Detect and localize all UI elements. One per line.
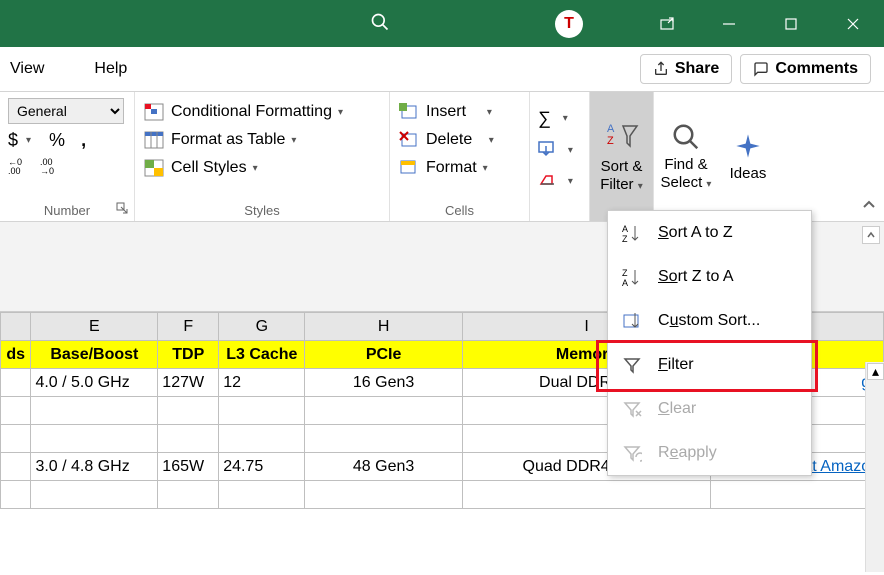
svg-text:→0: →0 xyxy=(40,166,54,175)
sort-za-icon: ZA xyxy=(622,267,642,287)
scroll-up-icon[interactable]: ▴ xyxy=(867,363,884,380)
currency-icon[interactable]: $ xyxy=(8,130,18,151)
delete-button[interactable]: Delete ▾ xyxy=(398,130,521,150)
format-icon xyxy=(398,158,420,178)
svg-text:A: A xyxy=(622,224,628,234)
cell-styles-icon xyxy=(143,158,165,178)
number-launcher-icon[interactable] xyxy=(116,201,128,217)
reapply-filter-item: Reapply xyxy=(608,431,811,475)
format-as-table-button[interactable]: Format as Table▾ xyxy=(143,130,381,150)
conditional-formatting-icon xyxy=(143,102,165,122)
find-select-button[interactable]: Find &Select ▾ xyxy=(654,92,718,221)
menu-bar: View Help Share Comments xyxy=(0,47,884,92)
title-bar: T xyxy=(0,0,884,47)
clear-filter-icon xyxy=(622,399,642,419)
insert-icon xyxy=(398,102,420,122)
styles-group-label: Styles xyxy=(135,203,389,218)
editing-icons-group: ∑ ▾ ▾ ▾ xyxy=(530,92,590,221)
svg-text:.00: .00 xyxy=(8,166,21,175)
svg-text:Z: Z xyxy=(607,135,614,147)
number-group-label: Number xyxy=(0,203,134,218)
conditional-formatting-button[interactable]: Conditional Formatting▾ xyxy=(143,102,381,122)
vertical-scrollbar[interactable]: ▴ xyxy=(865,362,884,572)
ideas-button[interactable]: Ideas xyxy=(718,92,778,221)
reapply-icon xyxy=(622,443,642,463)
close-button[interactable] xyxy=(822,0,884,47)
col-head-f[interactable]: F xyxy=(158,313,219,341)
delete-icon xyxy=(398,130,420,150)
user-avatar[interactable]: T xyxy=(555,10,583,38)
svg-text:A: A xyxy=(607,123,615,135)
number-group: General $▾ % , ←0.00 .00→0 Number xyxy=(0,92,135,221)
ideas-icon xyxy=(734,131,762,161)
autosum-icon[interactable]: ∑ xyxy=(538,108,551,129)
table-row[interactable] xyxy=(1,481,884,509)
menu-help[interactable]: Help xyxy=(94,60,127,78)
cell-styles-button[interactable]: Cell Styles▾ xyxy=(143,158,381,178)
decrease-decimal-icon[interactable]: .00→0 xyxy=(40,155,66,178)
clear-icon[interactable] xyxy=(538,172,556,191)
sort-filter-icon: A Z xyxy=(605,120,639,154)
col-head-h[interactable]: H xyxy=(305,313,462,341)
col-head-g[interactable]: G xyxy=(219,313,305,341)
percent-icon[interactable]: % xyxy=(49,130,65,151)
share-label: Share xyxy=(675,60,719,78)
sort-a-to-z-item[interactable]: AZ Sort A to Z xyxy=(608,211,811,255)
cells-group: Insert ▾ Delete ▾ Format▾ Cells xyxy=(390,92,530,221)
number-format-select[interactable]: General xyxy=(8,98,124,124)
ribbon-display-options[interactable] xyxy=(636,0,698,47)
format-as-table-icon xyxy=(143,130,165,150)
menu-view[interactable]: View xyxy=(10,60,44,78)
increase-decimal-icon[interactable]: ←0.00 xyxy=(8,155,34,178)
comments-label: Comments xyxy=(775,60,858,78)
filter-icon xyxy=(622,355,642,375)
comments-button[interactable]: Comments xyxy=(740,54,871,84)
sort-filter-dropdown: AZ Sort A to Z ZA Sort Z to A CCuustom S… xyxy=(607,210,812,476)
comma-icon[interactable]: , xyxy=(81,130,86,151)
maximize-button[interactable] xyxy=(760,0,822,47)
svg-text:Z: Z xyxy=(622,234,628,243)
sort-filter-button[interactable]: A Z Sort &Filter ▾ xyxy=(590,92,654,221)
svg-text:A: A xyxy=(622,278,628,287)
custom-sort-item[interactable]: CCuustom Sort... xyxy=(608,299,811,343)
find-icon xyxy=(671,122,701,152)
sort-az-icon: AZ xyxy=(622,223,642,243)
filter-item[interactable]: Filter xyxy=(608,343,811,387)
formula-expand-icon[interactable] xyxy=(862,226,880,244)
format-button[interactable]: Format▾ xyxy=(398,158,521,178)
minimize-button[interactable] xyxy=(698,0,760,47)
search-icon[interactable] xyxy=(370,12,390,37)
collapse-ribbon-icon[interactable] xyxy=(862,198,876,215)
cells-group-label: Cells xyxy=(390,203,529,218)
custom-sort-icon xyxy=(622,311,642,331)
ribbon: General $▾ % , ←0.00 .00→0 Number Condit… xyxy=(0,92,884,222)
col-head-e[interactable]: E xyxy=(31,313,158,341)
sort-z-to-a-item[interactable]: ZA Sort Z to A xyxy=(608,255,811,299)
insert-button[interactable]: Insert ▾ xyxy=(398,102,521,122)
share-button[interactable]: Share xyxy=(640,54,732,84)
styles-group: Conditional Formatting▾ Format as Table▾… xyxy=(135,92,390,221)
svg-text:Z: Z xyxy=(622,268,628,278)
clear-filter-item: Clear xyxy=(608,387,811,431)
fill-icon[interactable] xyxy=(538,141,556,160)
col-head-d-partial[interactable] xyxy=(1,313,31,341)
